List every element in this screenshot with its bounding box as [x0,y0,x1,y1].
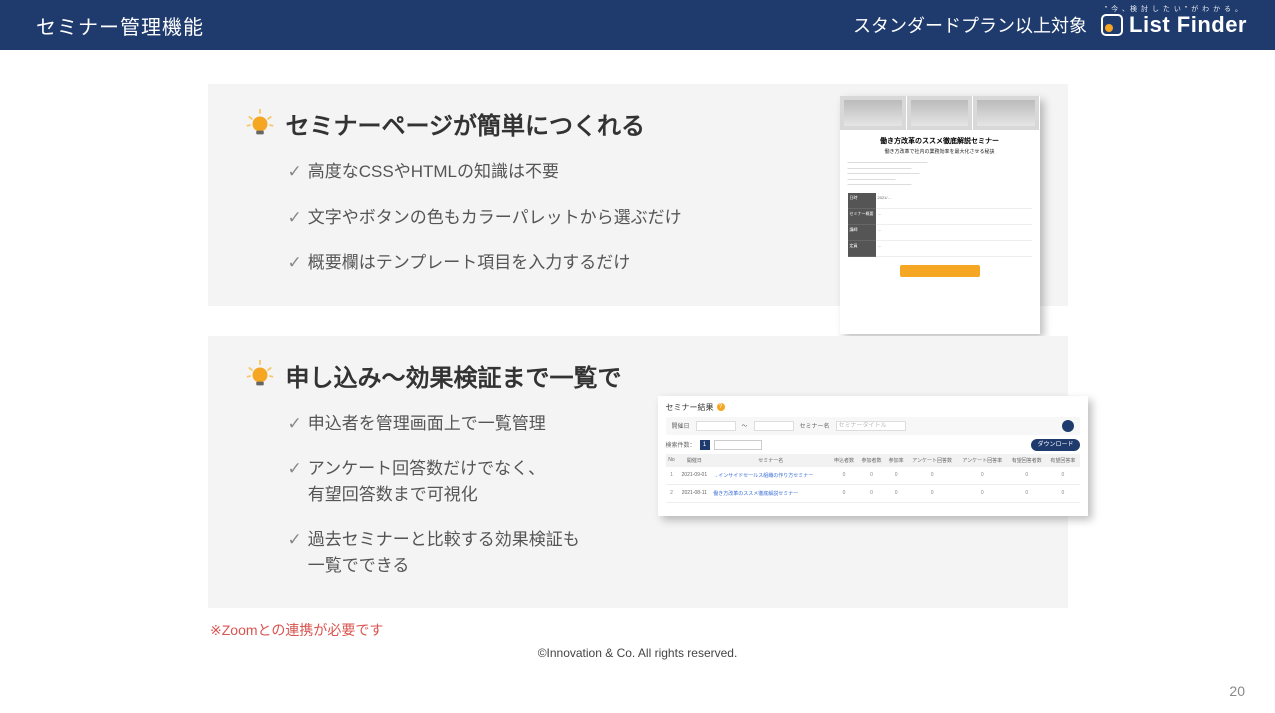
help-icon: ? [717,403,725,411]
slide-page-number: 20 [1229,683,1245,699]
mock2-date-to [754,421,794,431]
lightbulb-icon [244,108,276,140]
mock1-cta-button [900,265,980,277]
logo-mark-icon [1101,14,1123,36]
copyright: ©Innovation & Co. All rights reserved. [0,646,1275,660]
zoom-footnote: ※Zoomとの連携が必要です [210,620,1275,640]
mock2-name-input: セミナータイトル [836,421,906,431]
page-number-badge: 1 [700,440,710,450]
page-title: セミナー管理機能 [36,11,204,40]
logo-text: List Finder [1129,12,1247,38]
per-page-select [714,440,762,450]
lightbulb-icon [244,359,276,391]
section1-heading-text: セミナーページが簡単につくれる [286,106,646,141]
section-seminar-page: セミナーページが簡単につくれる ✓高度なCSSやHTMLの知識は不要 ✓文字やボ… [208,84,1068,306]
check-item: ✓申込者を管理画面上で一覧管理 [288,411,648,437]
check-icon: ✓ [288,250,302,276]
mock2-table: No開催日セミナー名申込者数参加者数参加率アンケート回答数アンケート回答率有望回… [666,454,1080,503]
check-item: ✓過去セミナーと比較する効果検証も 一覧でできる [288,527,648,578]
seminar-page-preview: 働き方改革のススメ徹底解説セミナー 働き方改革で社内の業務効率を最大化させる秘訣… [840,96,1040,334]
section2-heading-text: 申し込み～効果検証まで一覧で [286,358,622,393]
search-icon [1062,420,1074,432]
check-icon: ✓ [288,527,302,553]
check-item: ✓アンケート回答数だけでなく、 有望回答数まで可視化 [288,456,648,507]
product-logo: " 今 、検 討 し た い " が わ か る 。 List Finder [1101,12,1247,38]
seminar-results-preview: セミナー結果? 開催日 ～ セミナー名 セミナータイトル 検索件数： 1 表示件… [658,396,1088,516]
download-button: ダウンロード [1031,439,1079,451]
header-bar: セミナー管理機能 スタンダードプラン以上対象 " 今 、検 討 し た い " … [0,0,1275,50]
section2-heading: 申し込み～効果検証まで一覧で [244,358,1032,393]
logo-tagline: " 今 、検 討 し た い " が わ か る 。 [1105,4,1243,14]
mock1-title: 働き方改革のススメ徹底解説セミナー [844,136,1036,146]
section2-checklist: ✓申込者を管理画面上で一覧管理 ✓アンケート回答数だけでなく、 有望回答数まで可… [288,411,648,579]
plan-badge: スタンダードプラン以上対象 [853,12,1087,38]
mock2-filter-bar: 開催日 ～ セミナー名 セミナータイトル [666,417,1080,435]
mock2-date-from [696,421,736,431]
check-icon: ✓ [288,159,302,185]
section-results: 申し込み～効果検証まで一覧で ✓申込者を管理画面上で一覧管理 ✓アンケート回答数… [208,336,1068,609]
check-icon: ✓ [288,411,302,437]
check-icon: ✓ [288,205,302,231]
mock1-subtitle: 働き方改革で社内の業務効率を最大化させる秘訣 [844,148,1036,155]
check-icon: ✓ [288,456,302,482]
